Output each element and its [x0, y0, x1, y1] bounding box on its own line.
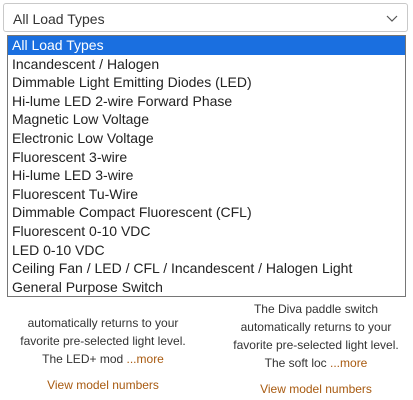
view-model-numbers-link[interactable]: View model numbers: [3, 376, 203, 394]
dropdown-option[interactable]: Fluorescent 3-wire: [8, 148, 405, 167]
read-more-link[interactable]: ...more: [330, 356, 367, 370]
dropdown-option[interactable]: Electronic Low Voltage: [8, 129, 405, 148]
dropdown-option[interactable]: Fluorescent Tu-Wire: [8, 185, 405, 204]
page: All Load Types All Load Types Incandescen…: [0, 0, 413, 400]
product-card-description: automatically returns to your favorite p…: [3, 314, 203, 394]
dropdown-option[interactable]: Incandescent / Halogen: [8, 55, 405, 74]
view-model-numbers-link[interactable]: View model numbers: [216, 380, 413, 398]
dropdown-option[interactable]: Fluorescent 0-10 VDC: [8, 222, 405, 241]
dropdown-option[interactable]: Magnetic Low Voltage: [8, 110, 405, 129]
dropdown-option[interactable]: All Load Types: [8, 36, 405, 55]
dropdown-option[interactable]: LED 0-10 VDC: [8, 241, 405, 260]
product-description-line: favorite pre-selected light level.: [20, 334, 186, 348]
product-description-line: favorite pre-selected light level.: [233, 338, 399, 352]
product-card-description: The Diva paddle switch automatically ret…: [216, 300, 413, 398]
product-description-line: automatically returns to your: [27, 316, 179, 330]
product-description-text: The LED+ mod: [42, 352, 124, 366]
dropdown-option[interactable]: General Purpose Switch: [8, 278, 405, 297]
product-description-line: automatically returns to your: [240, 320, 392, 334]
dropdown-option[interactable]: Hi-lume LED 3-wire: [8, 166, 405, 185]
load-type-select-value: All Load Types: [13, 11, 105, 27]
load-type-select[interactable]: All Load Types: [3, 3, 408, 32]
dropdown-option[interactable]: Dimmable Compact Fluorescent (CFL): [8, 203, 405, 222]
dropdown-option[interactable]: Hi-lume LED 2-wire Forward Phase: [8, 92, 405, 111]
product-description-line: The Diva paddle switch: [253, 302, 379, 316]
dropdown-option[interactable]: Ceiling Fan / LED / CFL / Incandescent /…: [8, 259, 405, 278]
chevron-down-icon: [386, 11, 398, 23]
load-type-dropdown-list[interactable]: All Load Types Incandescent / Halogen Dimm…: [7, 35, 406, 298]
product-description-text: The soft loc: [264, 356, 327, 370]
dropdown-option[interactable]: Dimmable Light Emitting Diodes (LED): [8, 73, 405, 92]
product-description-line: The soft loc ...more: [216, 354, 413, 372]
product-description-line: The LED+ mod ...more: [3, 350, 203, 368]
read-more-link[interactable]: ...more: [127, 352, 164, 366]
